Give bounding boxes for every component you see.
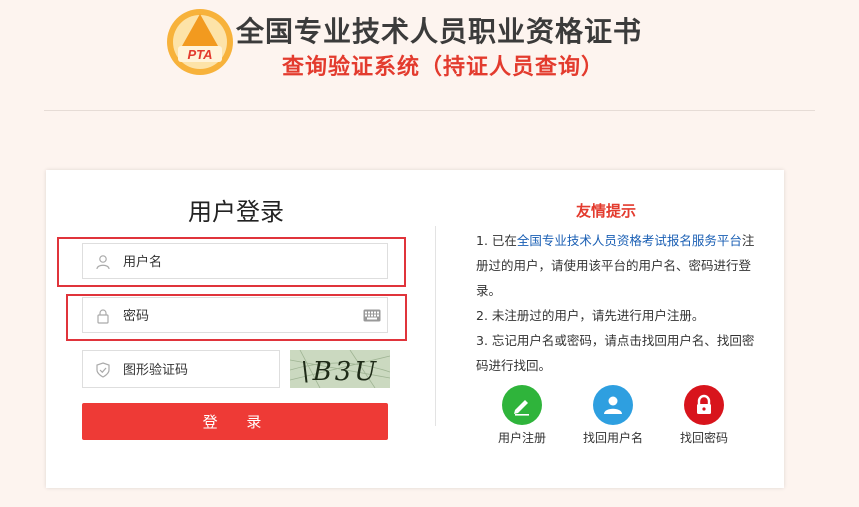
tips-content: 1. 已在全国专业技术人员资格考试报名服务平台注册过的用户，请使用该平台的用户名… [476, 228, 766, 378]
tip-item-2: 2. 未注册过的用户，请先进行用户注册。 [476, 308, 705, 323]
site-subtitle: 查询验证系统（持证人员查询） [282, 55, 605, 80]
pta-logo: PTA [167, 9, 233, 75]
captcha-input[interactable] [121, 351, 275, 389]
captcha-image[interactable]: \B3U [290, 350, 390, 388]
login-title: 用户登录 [188, 198, 284, 226]
username-highlight [57, 237, 406, 287]
login-card: 用户登录 用户名 图形验证码 \B3U 登 录 友情提示 1. 已在全国专业技术… [46, 170, 784, 488]
site-title: 全国专业技术人员职业资格证书 [236, 15, 643, 48]
registration-platform-link[interactable]: 全国专业技术人员资格考试报名服务平台 [517, 233, 742, 248]
header-divider [44, 110, 815, 111]
user-icon [593, 385, 633, 425]
captcha-text: \B3U [301, 357, 379, 387]
tips-title: 友情提示 [576, 202, 637, 220]
recover-password-action[interactable]: 找回密码 [664, 385, 744, 446]
captcha-field[interactable] [82, 350, 280, 389]
card-separator [435, 226, 436, 426]
recover-username-action[interactable]: 找回用户名 [573, 385, 653, 446]
register-label: 用户注册 [497, 431, 546, 445]
password-highlight [66, 294, 407, 341]
logo-text: PTA [187, 47, 212, 62]
recover-username-label: 找回用户名 [582, 431, 643, 445]
tip-item-3: 3. 忘记用户名或密码，请点击找回用户名、找回密码进行找回。 [476, 333, 755, 373]
tip-item-1: 1. 已在全国专业技术人员资格考试报名服务平台注册过的用户，请使用该平台的用户名… [476, 233, 755, 298]
lock-icon [684, 385, 724, 425]
shield-check-icon [96, 362, 110, 378]
pencil-icon [502, 385, 542, 425]
register-action[interactable]: 用户注册 [482, 385, 562, 446]
page-header: PTA 全国专业技术人员职业资格证书 查询验证系统（持证人员查询） [0, 0, 859, 110]
login-button[interactable]: 登 录 [82, 403, 388, 440]
recover-password-label: 找回密码 [679, 431, 728, 445]
